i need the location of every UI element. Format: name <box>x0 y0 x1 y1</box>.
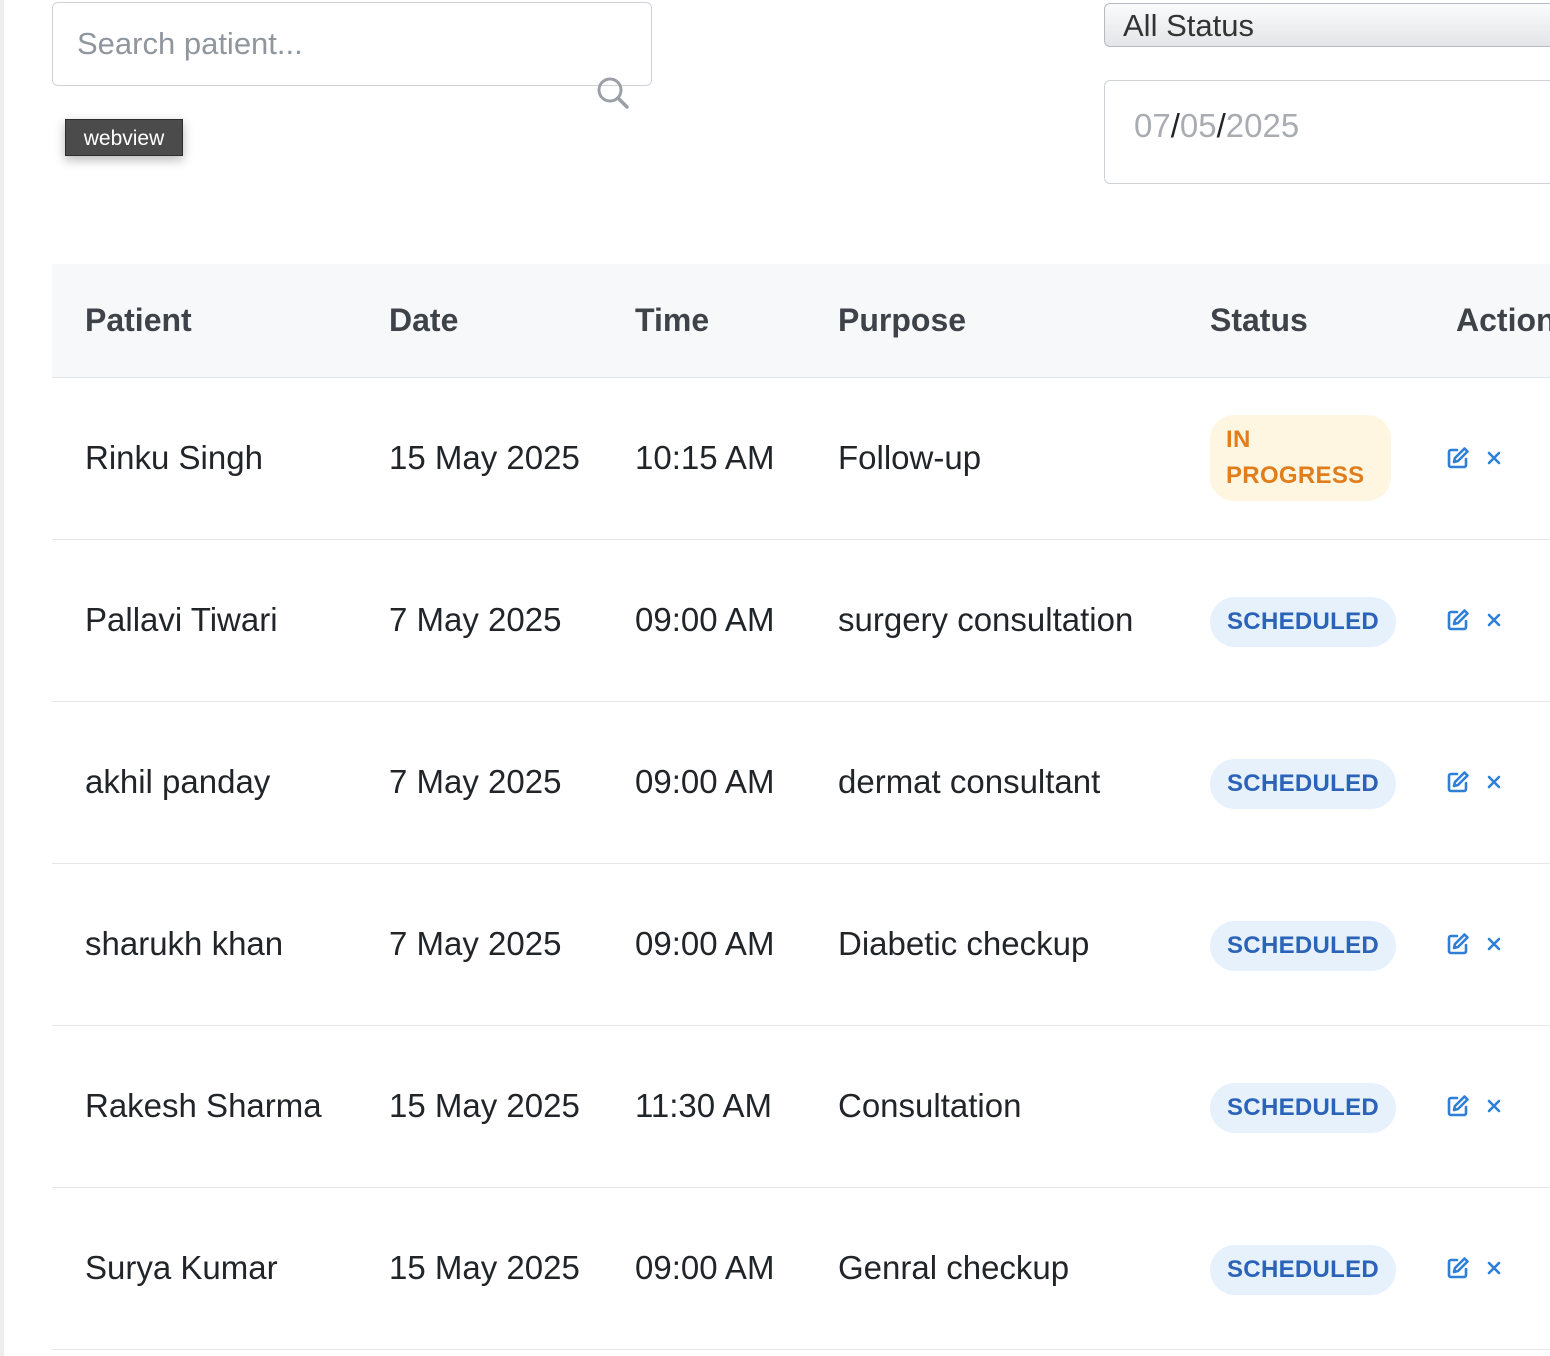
edit-icon[interactable] <box>1446 1256 1470 1280</box>
search-input[interactable] <box>52 2 652 86</box>
row-actions <box>1446 1256 1550 1280</box>
cell-date: 7 May 2025 <box>356 539 602 702</box>
cell-action <box>1423 539 1550 702</box>
cell-action <box>1423 701 1550 864</box>
cell-status: SCHEDULED <box>1177 1025 1423 1188</box>
appointments-table: Patient Date Time Purpose Status Action … <box>52 264 1550 1350</box>
cell-purpose: Consultation <box>805 1025 1177 1188</box>
column-header-action: Action <box>1423 264 1550 378</box>
cell-patient: Rinku Singh <box>52 377 356 540</box>
appointments-table-container: Patient Date Time Purpose Status Action … <box>52 264 1550 1350</box>
close-icon[interactable] <box>1482 608 1506 632</box>
cell-purpose: dermat consultant <box>805 701 1177 864</box>
close-icon[interactable] <box>1482 446 1506 470</box>
search-container <box>52 2 652 109</box>
cell-purpose: Follow-up <box>805 377 1177 540</box>
webview-tooltip: webview <box>65 119 183 156</box>
cell-action <box>1423 1025 1550 1188</box>
cell-date: 7 May 2025 <box>356 863 602 1026</box>
row-actions <box>1446 608 1550 632</box>
cell-action <box>1423 1187 1550 1350</box>
table-row: Pallavi Tiwari 7 May 2025 09:00 AM surge… <box>52 539 1550 702</box>
cell-action <box>1423 377 1550 540</box>
close-icon[interactable] <box>1482 932 1506 956</box>
edit-icon[interactable] <box>1446 608 1470 632</box>
table-row: akhil panday 7 May 2025 09:00 AM dermat … <box>52 701 1550 864</box>
search-icon[interactable] <box>594 74 634 114</box>
window-left-edge <box>0 0 4 1356</box>
cell-time: 09:00 AM <box>602 1187 805 1350</box>
cell-date: 7 May 2025 <box>356 701 602 864</box>
cell-status: IN PROGRESS <box>1177 377 1423 540</box>
cell-action <box>1423 863 1550 1026</box>
status-badge: SCHEDULED <box>1210 1082 1397 1133</box>
close-icon[interactable] <box>1482 1094 1506 1118</box>
status-badge: SCHEDULED <box>1210 920 1397 971</box>
cell-status: SCHEDULED <box>1177 701 1423 864</box>
column-header-date: Date <box>356 264 602 378</box>
cell-time: 09:00 AM <box>602 701 805 864</box>
row-actions <box>1446 770 1550 794</box>
date-year[interactable]: 2025 <box>1226 107 1299 144</box>
date-month[interactable]: 07 <box>1134 107 1171 144</box>
date-separator: / <box>1170 107 1180 144</box>
row-actions <box>1446 446 1550 470</box>
status-filter-selected-value: All Status <box>1123 8 1254 43</box>
cell-purpose: Diabetic checkup <box>805 863 1177 1026</box>
edit-icon[interactable] <box>1446 446 1470 470</box>
cell-purpose: Genral checkup <box>805 1187 1177 1350</box>
column-header-status: Status <box>1177 264 1423 378</box>
status-badge: IN PROGRESS <box>1210 415 1391 501</box>
close-icon[interactable] <box>1482 770 1506 794</box>
date-filter-input[interactable]: 07/05/2025 <box>1104 80 1550 184</box>
cell-date: 15 May 2025 <box>356 377 602 540</box>
cell-patient: akhil panday <box>52 701 356 864</box>
cell-status: SCHEDULED <box>1177 863 1423 1026</box>
cell-date: 15 May 2025 <box>356 1025 602 1188</box>
table-row: sharukh khan 7 May 2025 09:00 AM Diabeti… <box>52 863 1550 1026</box>
table-header-row: Patient Date Time Purpose Status Action <box>52 264 1550 378</box>
edit-icon[interactable] <box>1446 932 1470 956</box>
column-header-patient: Patient <box>52 264 356 378</box>
table-row: Rinku Singh 15 May 2025 10:15 AM Follow-… <box>52 377 1550 540</box>
cell-patient: Surya Kumar <box>52 1187 356 1350</box>
cell-status: SCHEDULED <box>1177 1187 1423 1350</box>
table-row: Rakesh Sharma 15 May 2025 11:30 AM Consu… <box>52 1025 1550 1188</box>
date-day[interactable]: 05 <box>1180 107 1217 144</box>
status-badge: SCHEDULED <box>1210 758 1397 809</box>
edit-icon[interactable] <box>1446 1094 1470 1118</box>
row-actions <box>1446 1094 1550 1118</box>
status-badge: SCHEDULED <box>1210 1244 1397 1295</box>
column-header-time: Time <box>602 264 805 378</box>
cell-patient: Pallavi Tiwari <box>52 539 356 702</box>
cell-time: 10:15 AM <box>602 377 805 540</box>
cell-patient: sharukh khan <box>52 863 356 1026</box>
cell-purpose: surgery consultation <box>805 539 1177 702</box>
status-filter-select[interactable]: All Status <box>1104 3 1550 47</box>
status-badge: SCHEDULED <box>1210 596 1397 647</box>
edit-icon[interactable] <box>1446 770 1470 794</box>
close-icon[interactable] <box>1482 1256 1506 1280</box>
date-separator: / <box>1216 107 1226 144</box>
row-actions <box>1446 932 1550 956</box>
cell-date: 15 May 2025 <box>356 1187 602 1350</box>
cell-status: SCHEDULED <box>1177 539 1423 702</box>
cell-time: 11:30 AM <box>602 1025 805 1188</box>
table-row: Surya Kumar 15 May 2025 09:00 AM Genral … <box>52 1187 1550 1350</box>
cell-time: 09:00 AM <box>602 863 805 1026</box>
cell-time: 09:00 AM <box>602 539 805 702</box>
column-header-purpose: Purpose <box>805 264 1177 378</box>
cell-patient: Rakesh Sharma <box>52 1025 356 1188</box>
